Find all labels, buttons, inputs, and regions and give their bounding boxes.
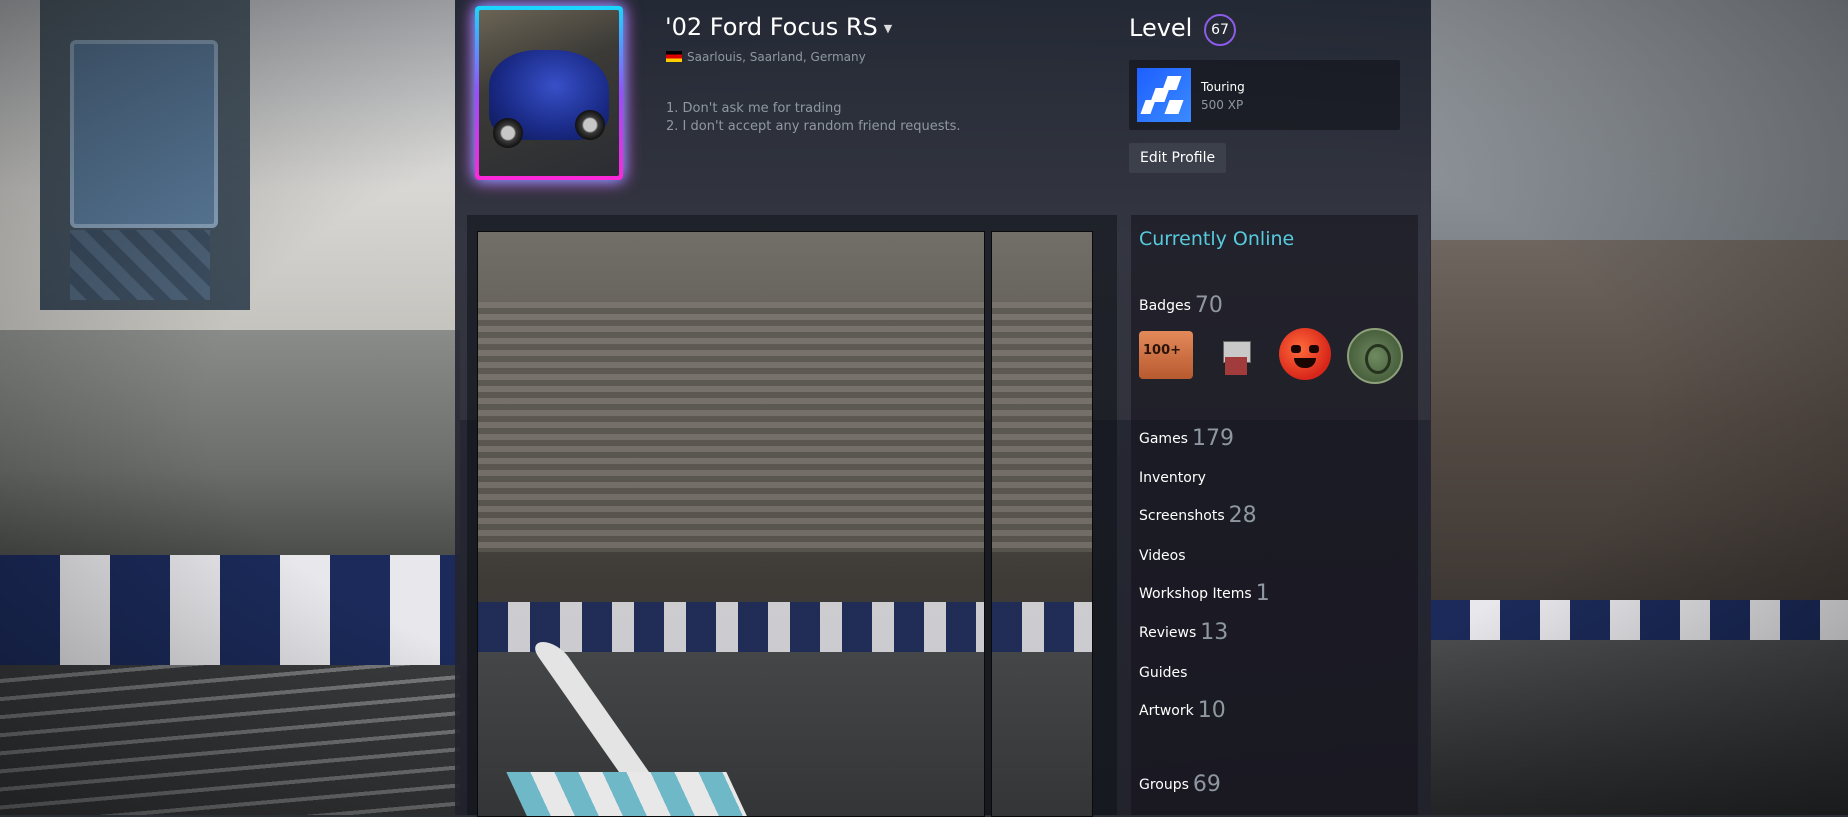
stat-count: 179	[1191, 426, 1234, 451]
reviews-link[interactable]: Reviews 13	[1139, 620, 1228, 645]
badge-mail-crate-icon[interactable]	[1211, 331, 1265, 379]
stat-label: Groups	[1139, 777, 1189, 793]
persona-name[interactable]: '02 Ford Focus RS ▼	[665, 13, 892, 41]
screenshot-showcase	[467, 215, 1117, 817]
badges-link[interactable]: Badges 70	[1139, 293, 1223, 318]
badge-bug-icon[interactable]	[1347, 328, 1403, 384]
games-link[interactable]: Games 179	[1139, 426, 1234, 451]
inventory-link[interactable]: Inventory	[1139, 470, 1206, 486]
stat-count: 69	[1192, 772, 1221, 797]
chevron-down-icon[interactable]: ▼	[884, 22, 892, 35]
avatar-image	[479, 10, 619, 176]
edit-profile-button[interactable]: Edit Profile	[1129, 143, 1227, 173]
videos-link[interactable]: Videos	[1139, 548, 1186, 564]
summary-line: 2. I don't accept any random friend requ…	[666, 119, 961, 134]
stat-label: Guides	[1139, 665, 1188, 681]
stat-label: Reviews	[1139, 625, 1197, 641]
stat-count: 70	[1194, 293, 1223, 318]
showcase-screenshot-side[interactable]	[991, 231, 1093, 817]
level-label: Level	[1129, 14, 1193, 42]
guides-link[interactable]: Guides	[1139, 665, 1187, 681]
persona-name-text: '02 Ford Focus RS	[665, 13, 878, 41]
showcase-screenshot-main[interactable]	[477, 231, 985, 817]
favorite-badge[interactable]: Touring 500 XP	[1129, 60, 1400, 130]
stat-label: Badges	[1139, 298, 1191, 314]
artwork-link[interactable]: Artwork 10	[1139, 698, 1226, 723]
profile-level: Level 67	[1129, 14, 1236, 46]
wheel-icon	[493, 118, 523, 148]
location-text: Saarlouis, Saarland, Germany	[687, 50, 866, 64]
level-badge[interactable]: 67	[1204, 14, 1236, 46]
badge-label: 100+	[1143, 343, 1182, 358]
summary-line: 1. Don't ask me for trading	[666, 101, 842, 116]
wheel-icon	[575, 110, 605, 140]
stat-label: Games	[1139, 431, 1188, 447]
favorite-badge-name: Touring	[1201, 80, 1245, 94]
profile-page: '02 Ford Focus RS ▼ Saarlouis, Saarland, …	[455, 0, 1431, 817]
badge-red-face-icon[interactable]	[1279, 328, 1331, 380]
badge-100-plus[interactable]: 100+	[1139, 331, 1193, 379]
groups-link[interactable]: Groups 69	[1139, 772, 1221, 797]
favorite-badge-xp: 500 XP	[1201, 98, 1244, 112]
avatar[interactable]	[475, 6, 623, 180]
stat-label: Videos	[1139, 548, 1186, 564]
stat-label: Workshop Items	[1139, 586, 1252, 602]
germany-flag-icon	[666, 51, 682, 62]
profile-summary: 1. Don't ask me for trading 2. I don't a…	[666, 100, 961, 136]
stat-label: Artwork	[1139, 703, 1194, 719]
profile-right-column: Currently Online Badges 70 100+ Games 179 …	[1131, 215, 1418, 815]
location: Saarlouis, Saarland, Germany	[666, 50, 866, 64]
workshop-items-link[interactable]: Workshop Items 1	[1139, 581, 1270, 606]
touring-badge-icon	[1137, 68, 1191, 122]
stat-count: 28	[1228, 503, 1257, 528]
screenshots-link[interactable]: Screenshots 28	[1139, 503, 1257, 528]
stat-count: 13	[1200, 620, 1229, 645]
online-status: Currently Online	[1139, 228, 1295, 250]
stat-label: Screenshots	[1139, 508, 1225, 524]
stat-label: Inventory	[1139, 470, 1206, 486]
stat-count: 1	[1255, 581, 1270, 606]
stat-count: 10	[1197, 698, 1226, 723]
